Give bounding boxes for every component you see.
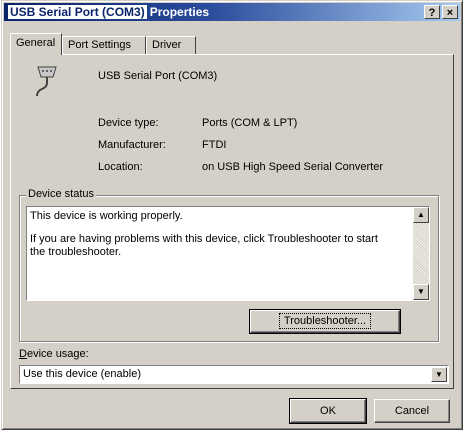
device-status-label: Device status (26, 188, 97, 200)
window-title: USB Serial Port (COM3) Properties (8, 5, 209, 19)
device-usage-value: Use this device (enable) (23, 368, 142, 380)
device-usage-label: Device usage: (19, 348, 89, 360)
manufacturer-value: FTDI (202, 139, 227, 151)
status-scrollbar[interactable]: ▲ ▼ (413, 207, 429, 300)
device-status-textbox[interactable]: This device is working properly. If you … (26, 206, 430, 301)
device-status-group: Device status This device is working pro… (19, 188, 439, 342)
location-label: Location: (98, 161, 143, 173)
manufacturer-label: Manufacturer: (98, 139, 166, 151)
status-text: This device is working properly. If you … (30, 210, 380, 269)
properties-dialog: USB Serial Port (COM3) Properties ? × Gen… (1, 0, 463, 430)
title-bar[interactable]: USB Serial Port (COM3) Properties ? × (4, 3, 460, 21)
troubleshooter-label: Troubleshooter... (278, 313, 372, 329)
scroll-up-icon[interactable]: ▲ (413, 207, 429, 223)
device-name: USB Serial Port (COM3) (98, 70, 218, 82)
ok-button[interactable]: OK (289, 398, 367, 424)
device-type-value: Ports (COM & LPT) (202, 117, 298, 129)
tab-port-settings[interactable]: Port Settings (62, 36, 146, 54)
device-type-label: Device type: (98, 117, 159, 129)
device-usage-label-text: evice usage: (26, 348, 89, 360)
window-title-main: USB Serial Port (COM3) (8, 5, 147, 19)
troubleshooter-button[interactable]: Troubleshooter... (249, 309, 401, 334)
device-usage-select[interactable]: Use this device (enable) ▼ (19, 365, 449, 384)
tab-general[interactable]: General (10, 33, 62, 55)
general-tab-panel: USB Serial Port (COM3) Device type: Port… (10, 54, 454, 389)
help-button[interactable]: ? (424, 5, 440, 19)
status-line-1: This device is working properly. (30, 210, 183, 222)
location-value: on USB High Speed Serial Converter (202, 161, 383, 173)
close-button[interactable]: × (442, 5, 458, 19)
dropdown-arrow-icon[interactable]: ▼ (431, 367, 447, 382)
status-line-2: If you are having problems with this dev… (30, 233, 378, 258)
serial-port-icon (36, 66, 57, 97)
scroll-down-icon[interactable]: ▼ (413, 284, 429, 300)
tab-driver[interactable]: Driver (146, 36, 196, 54)
window-title-rest: Properties (149, 5, 210, 19)
cancel-button[interactable]: Cancel (374, 399, 450, 423)
